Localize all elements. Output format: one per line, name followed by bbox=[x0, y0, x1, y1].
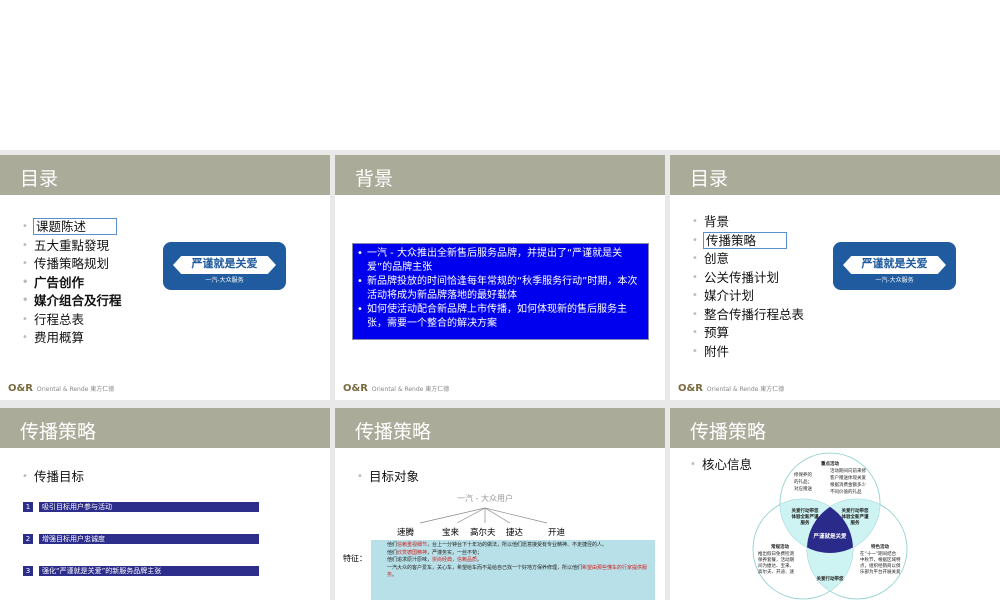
venn-left-title: 常规活动 bbox=[771, 543, 789, 550]
slide-thumbnail-3[interactable]: 目录 背景 传播策略 创意 公关传播计划 媒介计划 整合传播行程总表 预算 附件… bbox=[670, 155, 1000, 400]
svg-text:根据消费金额多少: 根据消费金额多少 bbox=[830, 481, 866, 488]
slide-thumbnail-4[interactable]: 传播策略 传播目标 1吸引目标用户参与活动 2增强目标用户忠诚度 3强化“严谨就… bbox=[0, 408, 330, 600]
toc-item: 媒介计划 bbox=[692, 287, 804, 306]
toc-item: 整合传播行程总表 bbox=[692, 306, 804, 325]
svg-text:的礼品；: 的礼品； bbox=[794, 478, 812, 485]
svg-text:体验全新严谨: 体验全新严谨 bbox=[792, 513, 819, 520]
model-label: 高尔夫 bbox=[470, 528, 496, 538]
venn-diagram: 重点活动 活动期间向前来修 客户赠送体现关爱 根据消费金额多少 不同价值的礼品 … bbox=[752, 452, 908, 600]
svg-text:关爱行动带您: 关爱行动带您 bbox=[792, 507, 819, 514]
slide-title: 传播策略 bbox=[0, 408, 330, 448]
model-label: 捷达 bbox=[506, 528, 524, 538]
venn-center: 严谨就是关爱 bbox=[812, 532, 847, 540]
svg-text:不同价值的礼品: 不同价值的礼品 bbox=[830, 488, 862, 495]
toc-item: 预算 bbox=[692, 324, 804, 343]
svg-text:修保养的: 修保养的 bbox=[794, 471, 812, 478]
tree-root: 一汽 - 大众用户 bbox=[457, 494, 513, 503]
svg-text:客户赠送体现关爱: 客户赠送体现关爱 bbox=[830, 474, 866, 481]
toc-list: 背景 传播策略 创意 公关传播计划 媒介计划 整合传播行程总表 预算 附件 bbox=[692, 213, 804, 361]
toc-item: 附件 bbox=[692, 343, 804, 362]
slide-thumbnail-2[interactable]: 背景 一汽 - 大众推出全新售后服务品牌，并提出了“严谨就是关爱”的品牌主张 新… bbox=[335, 155, 665, 400]
footer-logo: O&R Oriental & Rende 東方仁德 bbox=[8, 383, 115, 394]
svg-text:保养套餐，活动期: 保养套餐，活动期 bbox=[758, 556, 794, 563]
slide-sorter[interactable]: 目录 课题陈述 五大重點發現 传播策略规划 广告创作 媒介组合及行程 行程总表 … bbox=[0, 150, 1000, 600]
svg-text:服务: 服务 bbox=[801, 519, 810, 526]
svg-text:对应赠送: 对应赠送 bbox=[794, 485, 812, 492]
bullet: 如何使活动配合新品牌上市传播，如何体现新的售后服务主张，需要一个整合的解决方案 bbox=[357, 303, 644, 331]
toc-item: 背景 bbox=[692, 213, 804, 232]
feature-label: 特征： bbox=[343, 554, 367, 563]
footer-logo: O&R Oriental & Rende 東方仁德 bbox=[678, 383, 785, 394]
venn-top-title: 重点活动 bbox=[821, 460, 839, 467]
slide-title: 目录 bbox=[0, 155, 330, 195]
svg-text:高尔夫、开迪、速: 高尔夫、开迪、速 bbox=[758, 568, 794, 575]
model-label: 宝来 bbox=[442, 528, 460, 538]
toc-item: 公关传播计划 bbox=[692, 269, 804, 288]
brand-logo: 严谨就是关爱 一汽-大众服务 bbox=[163, 242, 286, 290]
slide-title: 目录 bbox=[670, 155, 1000, 195]
toc-item: 五大重點發現 bbox=[22, 237, 122, 256]
background-box: 一汽 - 大众推出全新售后服务品牌，并提出了“严谨就是关爱”的品牌主张 新品牌投… bbox=[352, 243, 649, 340]
svg-text:服务: 服务 bbox=[851, 519, 860, 526]
goal-item: 3 强化“严谨就是关爱”的新服务品牌主张 bbox=[23, 566, 259, 576]
svg-text:点，组织经销商以俱: 点，组织经销商以俱 bbox=[860, 562, 901, 569]
feature-box: 他们信赖重视细节，台上一分钟台下十年功的做法，所以他们愿意接受有专业精神、不走捷… bbox=[371, 540, 655, 600]
svg-text:活动期间向前来修: 活动期间向前来修 bbox=[830, 467, 866, 474]
toc-item: 传播策略规划 bbox=[22, 255, 122, 274]
venn-right-title: 特色活动 bbox=[871, 543, 889, 550]
slide-thumbnail-6[interactable]: 传播策略 核心信息 重点活动 活动期间向前来修 客户赠送体现关爱 根据消费金额多… bbox=[670, 408, 1000, 600]
svg-text:中秋节，根据区域特: 中秋节，根据区域特 bbox=[860, 556, 901, 563]
brand-logo: 严谨就是关爱 一汽-大众服务 bbox=[833, 242, 956, 290]
model-label: 开迪 bbox=[548, 528, 566, 538]
model-label: 速腾 bbox=[397, 528, 415, 538]
toc-item: 费用概算 bbox=[22, 329, 122, 348]
slide-title: 背景 bbox=[335, 155, 665, 195]
svg-text:体验全新严谨: 体验全新严谨 bbox=[842, 513, 869, 520]
footer-logo: O&R Oriental & Rende 東方仁德 bbox=[343, 383, 450, 394]
bullet: 一汽 - 大众推出全新售后服务品牌，并提出了“严谨就是关爱”的品牌主张 bbox=[357, 247, 644, 275]
toc-item[interactable]: 传播策略 bbox=[702, 231, 788, 249]
svg-text:间为捷达、宝来、: 间为捷达、宝来、 bbox=[758, 562, 794, 569]
toc-item: 广告创作 bbox=[22, 274, 122, 293]
goal-item: 2 增强目标用户忠诚度 bbox=[23, 534, 259, 544]
slide-thumbnail-1[interactable]: 目录 课题陈述 五大重點發現 传播策略规划 广告创作 媒介组合及行程 行程总表 … bbox=[0, 155, 330, 400]
slide-heading: 传播目标 bbox=[22, 468, 84, 487]
goal-item: 1 吸引目标用户参与活动 bbox=[23, 502, 259, 512]
blank-area bbox=[0, 0, 1000, 150]
toc-list: 课题陈述 五大重點發現 传播策略规划 广告创作 媒介组合及行程 行程总表 费用概… bbox=[22, 218, 122, 348]
bullet: 新品牌投放的时间恰逢每年常规的“秋季服务行动”时期，本次活动将成为新品牌落地的最… bbox=[357, 275, 644, 303]
svg-text:在“十一”期间结合: 在“十一”期间结合 bbox=[860, 550, 897, 557]
toc-item: 行程总表 bbox=[22, 311, 122, 330]
svg-text:推出假日免费检测: 推出假日免费检测 bbox=[758, 550, 794, 557]
toc-item[interactable]: 课题陈述 bbox=[32, 218, 118, 235]
svg-text:关爱行动带您: 关爱行动带您 bbox=[817, 575, 844, 582]
svg-text:关爱行动带您: 关爱行动带您 bbox=[842, 507, 869, 514]
svg-text:乐部为平台开展关爱: 乐部为平台开展关爱 bbox=[860, 568, 901, 575]
toc-item: 媒介组合及行程 bbox=[22, 292, 122, 311]
toc-item: 创意 bbox=[692, 250, 804, 269]
audience-tree bbox=[419, 507, 548, 524]
slide-thumbnail-5[interactable]: 传播策略 目标对象 一汽 - 大众用户 速腾 宝来 高尔夫 捷达 开迪 特征： … bbox=[335, 408, 665, 600]
